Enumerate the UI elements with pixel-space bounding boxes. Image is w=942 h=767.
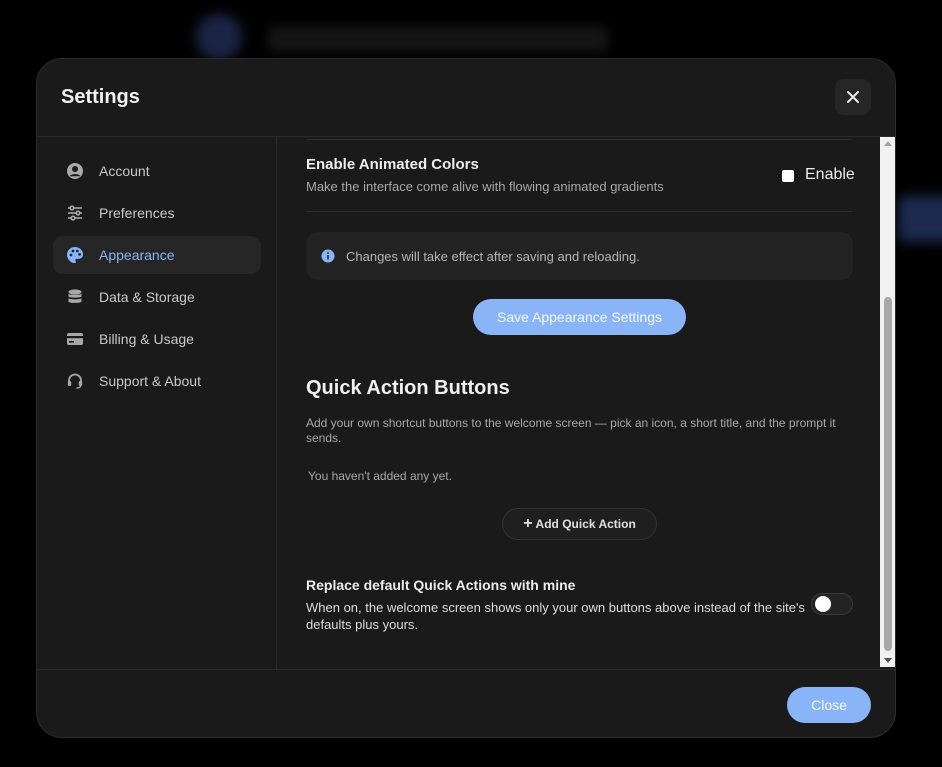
- sidebar-item-account[interactable]: Account: [53, 152, 261, 190]
- sidebar-item-preferences[interactable]: Preferences: [53, 194, 261, 232]
- sidebar-item-label: Appearance: [99, 247, 175, 263]
- palette-icon: [65, 245, 85, 265]
- content-scrollbar[interactable]: [880, 137, 895, 667]
- animated-colors-description: Make the interface come alive with flowi…: [306, 179, 664, 194]
- headset-icon: [65, 371, 85, 391]
- divider: [306, 139, 852, 140]
- settings-sidebar: Account Preferences Appearance Data & St…: [37, 137, 277, 669]
- replace-defaults-description: When on, the welcome screen shows only y…: [306, 600, 805, 632]
- account-icon: [65, 161, 85, 181]
- replace-defaults-title: Replace default Quick Actions with mine: [306, 577, 576, 593]
- scroll-down-arrow-icon[interactable]: [884, 658, 892, 663]
- database-icon: [65, 287, 85, 307]
- close-button[interactable]: Close: [787, 687, 871, 723]
- modal-header: Settings: [37, 59, 895, 137]
- sidebar-item-label: Billing & Usage: [99, 331, 194, 347]
- quick-actions-description: Add your own shortcut buttons to the wel…: [306, 416, 836, 445]
- animated-colors-checkbox[interactable]: [782, 170, 794, 182]
- background-button: [898, 196, 942, 242]
- sidebar-item-data-storage[interactable]: Data & Storage: [53, 278, 261, 316]
- save-appearance-button[interactable]: Save Appearance Settings: [473, 299, 686, 335]
- background-search-bar: [268, 26, 608, 52]
- sidebar-item-label: Preferences: [99, 205, 175, 221]
- info-note: Changes will take effect after saving an…: [306, 232, 853, 280]
- plus-icon: +: [523, 515, 533, 532]
- add-quick-action-label: Add Quick Action: [535, 517, 636, 531]
- background-avatar: [196, 14, 242, 60]
- scroll-thumb[interactable]: [884, 297, 892, 651]
- sidebar-item-label: Data & Storage: [99, 289, 195, 305]
- close-icon: [847, 91, 859, 103]
- settings-modal: Settings Account Preferences Appearance: [36, 58, 896, 738]
- info-icon: [321, 249, 335, 263]
- sliders-icon: [65, 203, 85, 223]
- info-note-text: Changes will take effect after saving an…: [346, 249, 640, 264]
- add-quick-action-button[interactable]: + Add Quick Action: [502, 508, 657, 540]
- animated-colors-title: Enable Animated Colors: [306, 156, 479, 173]
- modal-close-button[interactable]: [835, 79, 871, 115]
- toggle-knob: [815, 596, 831, 612]
- animated-colors-checkbox-label[interactable]: Enable: [805, 166, 855, 184]
- sidebar-item-appearance[interactable]: Appearance: [53, 236, 261, 274]
- sidebar-item-label: Account: [99, 163, 150, 179]
- modal-title: Settings: [61, 86, 140, 108]
- credit-card-icon: [65, 329, 85, 349]
- sidebar-item-support-about[interactable]: Support & About: [53, 362, 261, 400]
- sidebar-item-billing-usage[interactable]: Billing & Usage: [53, 320, 261, 358]
- modal-footer: Close: [37, 669, 895, 737]
- replace-defaults-toggle[interactable]: [811, 593, 853, 615]
- scroll-up-arrow-icon[interactable]: [884, 141, 892, 146]
- settings-content: Enable Animated Colors Make the interfac…: [278, 137, 880, 669]
- divider: [306, 211, 852, 212]
- sidebar-item-label: Support & About: [99, 373, 201, 389]
- quick-actions-empty-text: You haven't added any yet.: [308, 469, 452, 483]
- quick-actions-title: Quick Action Buttons: [306, 377, 510, 399]
